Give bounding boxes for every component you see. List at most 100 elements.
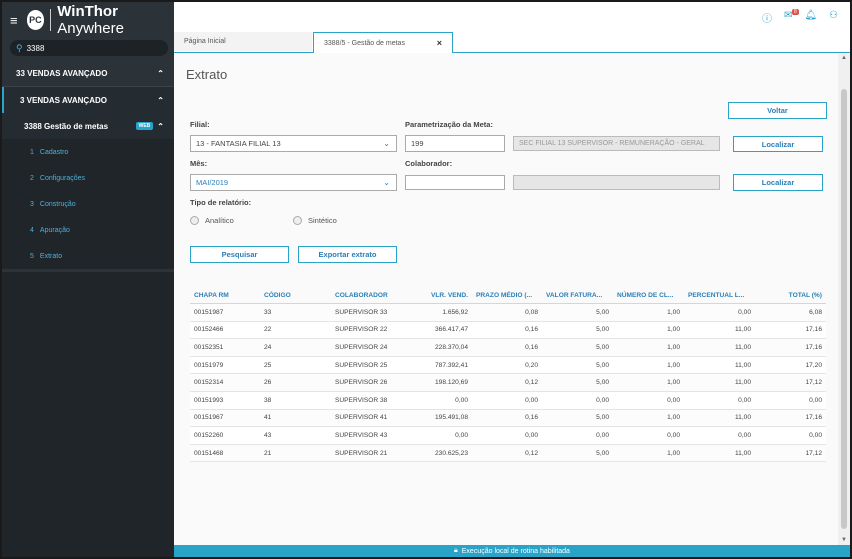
pc-logo: PC [26,10,45,30]
localizar-colaborador-button[interactable]: Localizar [733,174,823,191]
tab-label: 3388/5 - Gestão de metas [324,39,405,47]
menu-item-vendas-33[interactable]: 33 VENDAS AVANÇADO ⌃ [2,60,174,87]
mes-value: MAI/2019 [196,178,229,187]
table-cell: 00151979 [190,356,260,375]
col-header-label: CHAPA RM [194,291,229,299]
exportar-extrato-button[interactable]: Exportar extrato [298,246,397,263]
table-row[interactable]: 00151979 25 SUPERVISOR 25 787.392,41 0,20 5,0… [190,356,826,375]
table-cell: 0,00 [542,391,613,410]
back-button[interactable]: Voltar [728,102,827,119]
table-cell: 0,00 [613,426,684,445]
table-row[interactable]: 00152466 22 SUPERVISOR 22 366.417,47 0,16 5,0… [190,321,826,340]
table-cell: 1,00 [613,321,684,340]
pesquisar-button[interactable]: Pesquisar [190,246,289,263]
table-cell: SUPERVISOR 21 [331,444,401,463]
col-header-vlr-vend[interactable]: VLR. VEND. [401,287,472,304]
table-cell: 17,16 [755,338,826,357]
user-icon[interactable]: ⚇ [829,10,838,25]
table-cell: 6,08 [755,303,826,322]
table-cell: 0,16 [472,409,542,428]
table-row[interactable]: 00151967 41 SUPERVISOR 41 195.491,08 0,16 5,0… [190,409,826,428]
table-cell: 11,00 [684,373,755,392]
submenu-extrato[interactable]: 5 Extrato [2,243,174,269]
table-header-row: CHAPA RM CÓDIGO COLABORADOR VLR. VEND. P… [190,287,826,304]
table-cell: 228.370,04 [401,338,472,357]
table-cell: 17,16 [755,409,826,428]
radio-analitico[interactable]: Analítico [190,216,234,225]
scroll-up-icon[interactable]: ▲ [841,55,847,61]
table-cell: 11,00 [684,321,755,340]
table-cell: 5,00 [542,303,613,322]
table-row[interactable]: 00152260 43 SUPERVISOR 43 0,00 0,00 0,00 0,00 0… [190,426,826,445]
table-cell: 0,00 [472,391,542,410]
table-row[interactable]: 00151987 33 SUPERVISOR 33 1.656,92 0,08 5,00 1… [190,303,826,322]
close-icon[interactable]: × [437,38,442,48]
table-cell: 11,00 [684,444,755,463]
menu-item-label: 3388 Gestão de metas [24,121,109,131]
table-cell: 25 [260,356,331,375]
table-row[interactable]: 00152314 26 SUPERVISOR 26 198.120,69 0,12 5,0… [190,373,826,392]
table-cell: 26 [260,373,331,392]
menu-item-label: 3 VENDAS AVANÇADO [20,95,107,105]
bell-icon[interactable]: 🔔︎ [804,10,817,25]
col-header-label: NÚMERO DE CL... [617,291,674,299]
table-cell: 00152260 [190,426,260,445]
table-cell: 11,00 [684,356,755,375]
table-cell: 17,12 [755,373,826,392]
help-icon[interactable]: ⓘ [762,10,772,25]
col-header-percentual[interactable]: PERCENTUAL L... [684,287,755,304]
col-header-valor-fatura[interactable]: VALOR FATURA... [542,287,613,304]
table-cell: SUPERVISOR 24 [331,338,401,357]
table-cell: 230.625,23 [401,444,472,463]
scroll-thumb[interactable] [841,89,847,529]
table-cell: 0,00 [684,391,755,410]
col-header-codigo[interactable]: CÓDIGO [260,287,331,304]
col-header-label: PERCENTUAL L... [688,291,745,299]
menu-item-vendas-3[interactable]: 3 VENDAS AVANÇADO ⌃ [2,87,174,113]
menu-item-gestao-metas[interactable]: 3388 Gestão de metas WEB ⌃ [2,113,174,139]
col-header-total[interactable]: TOTAL (%) [755,287,826,304]
menu-icon[interactable]: ≡ [10,13,23,28]
mes-select[interactable]: MAI/2019 ⌄ [190,174,397,191]
submenu-configuracoes[interactable]: 2 Configurações [2,165,174,191]
scroll-down-icon[interactable]: ▼ [841,537,847,543]
table-cell: 00151993 [190,391,260,410]
col-header-numero-cl[interactable]: NÚMERO DE CL... [613,287,684,304]
table-cell: 5,00 [542,338,613,357]
table-row[interactable]: 00152351 24 SUPERVISOR 24 228.370,04 0,16 5,0… [190,338,826,357]
param-desc-value: SEC FILIAL 13 SUPERVISOR - REMUNERAÇÃO -… [519,140,705,147]
table-cell: 1,00 [613,444,684,463]
table-cell: 1,00 [613,303,684,322]
table-cell: 366.417,47 [401,321,472,340]
localizar-param-button[interactable]: Localizar [733,136,823,152]
app-name: WinThor Anywhere [57,3,124,37]
sidebar-header: ≡ PC WinThor Anywhere [2,2,174,38]
table-cell: 33 [260,303,331,322]
submenu-construcao[interactable]: 3 Construção [2,191,174,217]
col-header-prazo-medio[interactable]: PRAZO MÉDIO (... [472,287,542,304]
col-header-chapa[interactable]: CHAPA RM [190,287,260,304]
chevron-up-icon: ⌃ [157,95,164,105]
col-header-label: TOTAL (%) [788,291,822,299]
col-header-colaborador[interactable]: COLABORADOR [331,287,401,304]
mes-label: Mês: [190,159,208,168]
table-cell: SUPERVISOR 38 [331,391,401,410]
table-cell: 11,00 [684,409,755,428]
col-header-label: VALOR FATURA... [546,291,603,299]
table-row[interactable]: 00151993 38 SUPERVISOR 38 0,00 0,00 0,00 0,00 0… [190,391,826,410]
table-cell: 21 [260,444,331,463]
table-cell: 0,00 [401,426,472,445]
submenu-cadastro[interactable]: 1 Cadastro [2,139,174,165]
vertical-scrollbar[interactable]: ▲ ▼ [838,53,850,545]
submenu-apuracao[interactable]: 4 Apuração [2,217,174,243]
extrato-table: CHAPA RM CÓDIGO COLABORADOR VLR. VEND. P… [190,287,826,463]
table-row[interactable]: 00151468 21 SUPERVISOR 21 230.625,23 0,12 5,0… [190,444,826,463]
colaborador-code-input[interactable] [405,175,505,190]
radio-sintetico[interactable]: Sintético [293,216,337,225]
tab-gestao-metas[interactable]: 3388/5 - Gestão de metas × [313,32,453,54]
sidebar-search-input[interactable]: ⚲ 3388 [10,40,168,56]
filial-select[interactable]: 13 - FANTASIA FILIAL 13 ⌄ [190,135,397,152]
mail-icon[interactable]: ✉ 8 [784,9,799,25]
param-code-input[interactable]: 199 [405,135,505,152]
tab-home[interactable]: Página Inicial [174,32,312,51]
